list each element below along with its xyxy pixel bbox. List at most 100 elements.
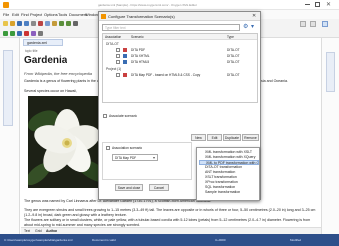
menu-find[interactable]: Find [21,12,29,17]
settings-icon[interactable]: ⚙ [243,23,248,30]
column-type[interactable]: Type [227,35,234,39]
association-group: Association scenario DITA Map PDF ▾ [102,142,192,180]
breadcrumb[interactable]: topic title [25,49,38,53]
associate-checkbox[interactable] [103,114,107,118]
column-association[interactable]: Association [105,35,121,39]
save-and-close-button[interactable]: Save and close [115,184,143,191]
cut-icon[interactable] [38,21,43,26]
remove-button-label: Remove [244,136,257,140]
print-icon[interactable] [31,21,36,26]
tab-author[interactable]: Author [46,229,57,233]
association-dropdown-value: DITA Map PDF [115,156,137,160]
find-icon[interactable] [73,21,78,26]
toolbar-icons-row2 [3,31,45,37]
row-checkbox[interactable] [116,60,120,64]
status-bar: C:\Users\sample\oxygen\samples\dita\gard… [0,234,339,246]
menu-options[interactable]: Options [44,12,58,17]
filter-options-icon[interactable]: ▾ [251,23,254,30]
validate-icon[interactable] [3,31,8,36]
row-checkbox[interactable] [116,73,120,77]
window-title: gardenia.xml [Sample] - https://www.oxyg… [98,3,197,7]
open-file-icon[interactable] [10,21,15,26]
edit-button[interactable]: Edit [207,134,222,141]
cancel-button[interactable]: Cancel [149,184,169,191]
status-validation: Document is valid [92,238,116,242]
new-button[interactable]: New [191,134,206,141]
dialog-title: Configure Transformation Scenario(s) [108,14,175,19]
perspective-debugger-icon[interactable] [310,21,316,27]
table-header: Association Scenario Type [103,34,257,40]
menu-edit[interactable]: Edit [12,12,19,17]
close-icon[interactable]: ✕ [326,1,331,8]
copy-icon[interactable] [45,21,50,26]
editor-mode-tabs: Text Grid Author [21,227,321,234]
scenarios-table: Association Scenario Type DITA-OT DITA P… [102,33,258,103]
new-button-label: New [195,136,202,140]
perspective-db-icon[interactable] [322,21,328,27]
check-wellformed-icon[interactable] [10,31,15,36]
save-all-icon[interactable] [24,21,29,26]
scenario-icon [123,48,127,52]
duplicate-button[interactable]: Duplicate [223,134,241,141]
scenario-name: DITA Map PDF - based on HTML5 & CSS - Co… [131,73,201,77]
association-dropdown[interactable]: DITA Map PDF ▾ [112,154,158,161]
scenario-type: DITA-OT [227,73,240,77]
right-side-panel [321,38,339,234]
configure-transformation-icon[interactable] [17,31,22,36]
menu-file[interactable]: File [3,12,9,17]
duplicate-button-label: Duplicate [224,136,240,140]
save-and-close-label: Save and close [117,186,141,190]
paragraph-description: They are evergreen shrubs and small tree… [24,208,316,217]
edit-button-label: Edit [211,136,218,140]
scenario-name: DITA XHTML [131,54,150,58]
associate-label: Associate scenario [109,114,138,118]
intro-continued: Several species occur on Hawaii, [24,89,77,93]
association-label: Association scenario [112,146,143,150]
undo-icon[interactable] [59,21,64,26]
dialog-title-bar[interactable]: Configure Transformation Scenario(s) ✕ [99,12,260,21]
tab-text[interactable]: Text [24,229,30,233]
scenario-icon [123,54,127,58]
toolbar-icons-row1 [3,21,80,27]
column-scenario[interactable]: Scenario [131,35,144,39]
row-checkbox[interactable] [116,48,120,52]
remove-button[interactable]: Remove [242,134,259,141]
status-unicode: U+0000 [215,238,226,242]
status-file-path: C:\Users\sample\oxygen\samples\dita\gard… [4,238,73,242]
group-label[interactable]: Project (1) [106,67,121,71]
dialog-close-icon[interactable]: ✕ [252,13,256,19]
outline-side-tab[interactable] [326,52,335,92]
paste-icon[interactable] [52,21,57,26]
filter-input[interactable]: Type filter text [102,24,240,31]
project-side-tab[interactable] [3,50,13,126]
table-row[interactable]: DITA Map PDF - based on HTML5 & CSS - Co… [103,72,257,78]
association-checkbox[interactable] [106,146,110,150]
menu-project[interactable]: Project [30,12,42,17]
row-checkbox[interactable] [116,54,120,58]
save-icon[interactable] [17,21,22,26]
apply-transformation-icon[interactable] [24,31,29,36]
scenario-icon [123,73,127,77]
editor-tab[interactable]: gardenia.xml [23,39,63,46]
menu-item[interactable]: Sample transformation [199,190,259,195]
redo-icon[interactable] [66,21,71,26]
scenario-type: DITA-OT [227,54,240,58]
gardenia-image[interactable] [28,96,106,188]
new-scenario-menu: XML transformation with XSLT XML transfo… [196,147,260,201]
filter-placeholder: Type filter text [105,26,126,30]
debug-icon[interactable] [31,31,36,36]
menu-tools[interactable]: Tools [58,12,67,17]
tab-grid[interactable]: Grid [35,229,42,233]
dialog-app-icon [101,14,106,19]
group-label[interactable]: DITA-OT [106,42,119,46]
scenario-type: DITA-OT [227,48,240,52]
format-indent-icon[interactable] [38,31,43,36]
perspective-editor-icon[interactable] [300,21,306,27]
table-row[interactable]: DITA HTML5 DITA-OT [103,59,257,65]
minimize-icon[interactable] [305,4,310,5]
page-title: Gardenia [24,55,68,66]
scenario-name: DITA HTML5 [131,60,150,64]
cancel-label: Cancel [153,186,165,190]
new-file-icon[interactable] [3,21,8,26]
maximize-icon[interactable] [315,2,320,7]
